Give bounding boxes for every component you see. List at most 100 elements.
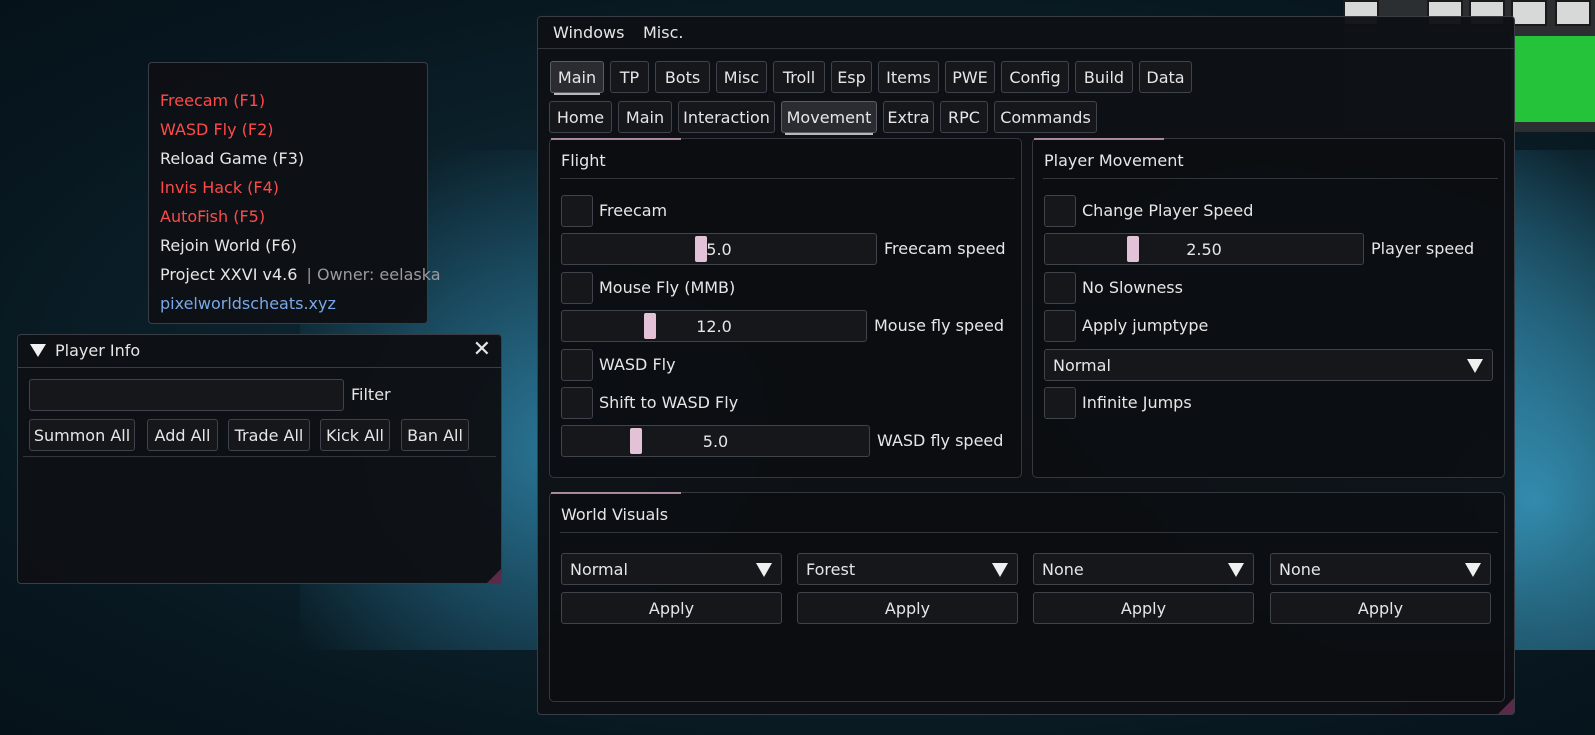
combo-value: Forest xyxy=(806,560,856,579)
main-cheat-window: Windows Misc. Main TP Bots Misc Troll Es… xyxy=(537,16,1515,715)
subtab-main[interactable]: Main xyxy=(618,101,672,133)
infinite-jumps-label: Infinite Jumps xyxy=(1082,393,1192,412)
jumptype-combo[interactable]: Normal xyxy=(1044,349,1493,381)
tab-esp[interactable]: Esp xyxy=(831,61,872,93)
tab-main[interactable]: Main xyxy=(550,61,604,95)
mouse-fly-speed-slider[interactable]: 12.0 xyxy=(561,310,867,342)
combo-value: None xyxy=(1279,560,1321,579)
overlay-version-line: Project XXVI v4.6 | Owner: eelaska xyxy=(160,265,441,284)
overlay-owner: | Owner: eelaska xyxy=(306,265,441,284)
tab-troll[interactable]: Troll xyxy=(773,61,825,93)
menu-misc[interactable]: Misc. xyxy=(643,23,683,42)
group-accent xyxy=(1034,138,1164,140)
subtab-commands[interactable]: Commands xyxy=(994,101,1097,133)
flight-group: Flight Freecam 5.0 Freecam speed Mouse F… xyxy=(549,138,1022,478)
trade-all-button[interactable]: Trade All xyxy=(228,419,310,451)
no-slowness-checkbox[interactable] xyxy=(1044,272,1076,304)
freecam-speed-value: 5.0 xyxy=(706,239,732,259)
mouse-fly-speed-label: Mouse fly speed xyxy=(874,316,1004,335)
tab-pwe[interactable]: PWE xyxy=(945,61,995,93)
jumptype-value: Normal xyxy=(1053,356,1111,375)
summon-all-button[interactable]: Summon All xyxy=(29,419,135,451)
wasd-fly-speed-slider[interactable]: 5.0 xyxy=(561,425,870,457)
overlay-site-link[interactable]: pixelworldscheats.xyz xyxy=(160,294,336,313)
world-visual-combo-1[interactable]: Normal xyxy=(561,553,782,585)
freecam-label: Freecam xyxy=(599,201,668,220)
background-green-block xyxy=(1511,36,1595,122)
tab-build[interactable]: Build xyxy=(1075,61,1133,93)
tab-tp[interactable]: TP xyxy=(610,61,649,93)
apply-button-2[interactable]: Apply xyxy=(797,592,1018,624)
ban-all-button[interactable]: Ban All xyxy=(401,419,469,451)
freecam-checkbox[interactable] xyxy=(561,195,593,227)
mouse-fly-label: Mouse Fly (MMB) xyxy=(599,278,736,297)
player-speed-slider[interactable]: 2.50 xyxy=(1044,233,1364,265)
overlay-version: Project XXVI v4.6 xyxy=(160,265,298,284)
resize-grip-icon[interactable] xyxy=(487,569,501,583)
chevron-down-icon xyxy=(1467,359,1483,373)
resize-grip-icon[interactable] xyxy=(1498,698,1514,714)
apply-button-1[interactable]: Apply xyxy=(561,592,782,624)
subtab-movement[interactable]: Movement xyxy=(781,101,877,135)
world-visual-combo-2[interactable]: Forest xyxy=(797,553,1018,585)
chevron-down-icon xyxy=(756,563,772,577)
change-player-speed-label: Change Player Speed xyxy=(1082,201,1254,220)
no-slowness-label: No Slowness xyxy=(1082,278,1183,297)
subtab-interaction[interactable]: Interaction xyxy=(678,101,775,133)
apply-button-3[interactable]: Apply xyxy=(1033,592,1254,624)
tab-data[interactable]: Data xyxy=(1139,61,1192,93)
kick-all-button[interactable]: Kick All xyxy=(320,419,390,451)
overlay-line-invis-hack: Invis Hack (F4) xyxy=(160,178,280,197)
collapse-triangle-icon[interactable] xyxy=(30,344,46,357)
subtab-extra[interactable]: Extra xyxy=(883,101,934,133)
wasd-fly-label: WASD Fly xyxy=(599,355,676,374)
wasd-fly-checkbox[interactable] xyxy=(561,349,593,381)
flight-title: Flight xyxy=(561,151,606,170)
player-list-separator xyxy=(23,456,496,457)
apply-button-4[interactable]: Apply xyxy=(1270,592,1491,624)
world-visuals-title: World Visuals xyxy=(561,505,669,524)
infinite-jumps-checkbox[interactable] xyxy=(1044,387,1076,419)
player-info-titlebar[interactable]: Player Info ✕ xyxy=(18,335,501,368)
combo-value: Normal xyxy=(570,560,628,579)
tab-config[interactable]: Config xyxy=(1001,61,1069,93)
group-accent xyxy=(551,138,681,140)
shift-wasd-fly-checkbox[interactable] xyxy=(561,387,593,419)
change-player-speed-checkbox[interactable] xyxy=(1044,195,1076,227)
world-visual-combo-3[interactable]: None xyxy=(1033,553,1254,585)
player-info-title: Player Info xyxy=(55,341,141,360)
tab-bots[interactable]: Bots xyxy=(655,61,710,93)
tab-misc[interactable]: Misc xyxy=(716,61,767,93)
tab-items[interactable]: Items xyxy=(878,61,939,93)
apply-jumptype-checkbox[interactable] xyxy=(1044,310,1076,342)
player-movement-title: Player Movement xyxy=(1044,151,1184,170)
menu-windows[interactable]: Windows xyxy=(553,23,624,42)
subtab-home[interactable]: Home xyxy=(549,101,612,133)
wasd-fly-speed-value: 5.0 xyxy=(702,431,729,451)
overlay-line-autofish: AutoFish (F5) xyxy=(160,207,266,226)
add-all-button[interactable]: Add All xyxy=(147,419,218,451)
wasd-fly-speed-label: WASD fly speed xyxy=(877,431,1004,450)
player-info-window: Player Info ✕ Filter Summon All Add All … xyxy=(17,334,502,584)
group-separator xyxy=(560,532,1498,533)
freecam-speed-slider[interactable]: 5.0 xyxy=(561,233,877,265)
player-list[interactable] xyxy=(23,459,496,577)
group-separator xyxy=(1043,178,1498,179)
chevron-down-icon xyxy=(992,563,1008,577)
keybind-overlay: Freecam (F1) WASD Fly (F2) Reload Game (… xyxy=(148,62,441,324)
player-movement-group: Player Movement Change Player Speed 2.50… xyxy=(1032,138,1505,478)
mouse-fly-checkbox[interactable] xyxy=(561,272,593,304)
shift-wasd-fly-label: Shift to WASD Fly xyxy=(599,393,739,412)
player-speed-value: 2.50 xyxy=(1186,239,1222,259)
subtab-rpc[interactable]: RPC xyxy=(940,101,988,133)
menu-bar: Windows Misc. xyxy=(538,17,1514,49)
world-visual-combo-4[interactable]: None xyxy=(1270,553,1491,585)
overlay-line-reload-game: Reload Game (F3) xyxy=(160,149,305,168)
player-speed-label: Player speed xyxy=(1371,239,1475,258)
overlay-line-rejoin-world: Rejoin World (F6) xyxy=(160,236,297,255)
close-icon[interactable]: ✕ xyxy=(473,337,491,362)
filter-input[interactable] xyxy=(29,379,344,411)
group-separator xyxy=(560,178,1015,179)
filter-label: Filter xyxy=(351,385,391,404)
chevron-down-icon xyxy=(1465,563,1481,577)
